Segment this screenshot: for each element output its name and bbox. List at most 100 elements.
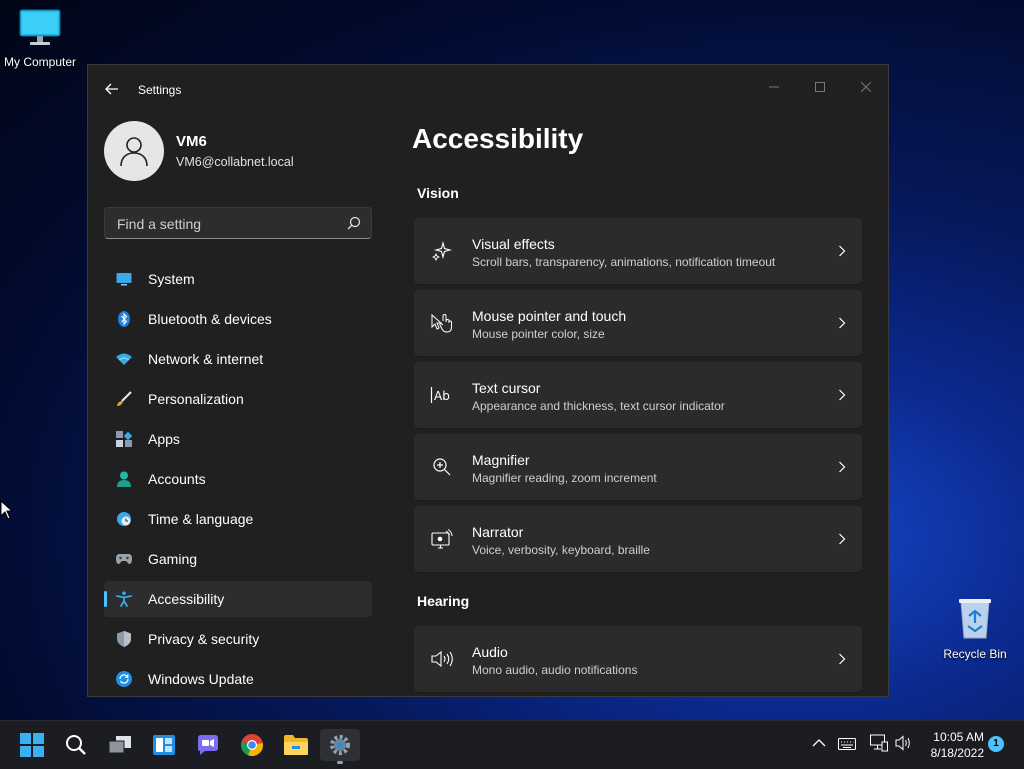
setting-card-audio[interactable]: Audio Mono audio, audio notifications (414, 626, 862, 693)
avatar[interactable] (104, 121, 164, 181)
sidebar-item-label: Apps (148, 431, 180, 447)
setting-card-subtitle: Appearance and thickness, text cursor in… (472, 399, 725, 413)
search-input[interactable] (115, 208, 339, 240)
sidebar-item-label: Network & internet (148, 351, 264, 367)
globe-clock-icon (116, 511, 132, 527)
mouse-cursor-icon (0, 499, 14, 520)
update-icon (116, 671, 132, 687)
keyboard-icon (838, 738, 856, 750)
settings-taskbar-button[interactable] (320, 729, 360, 764)
setting-card-magnifier[interactable]: Magnifier Magnifier reading, zoom increm… (414, 434, 862, 501)
search-box[interactable] (104, 207, 372, 240)
sidebar-item-windows-update[interactable]: Windows Update (104, 661, 372, 696)
sidebar-item-label: Personalization (148, 391, 244, 407)
back-button[interactable] (100, 77, 124, 101)
sidebar-item-system[interactable]: System (104, 261, 372, 297)
desktop-icon-recycle-bin[interactable]: Recycle Bin (935, 596, 1015, 661)
setting-card-subtitle: Mouse pointer color, size (472, 327, 605, 341)
maximize-button[interactable] (797, 71, 843, 103)
setting-card-subtitle: Magnifier reading, zoom increment (472, 471, 657, 485)
profile-name: VM6 (176, 133, 207, 150)
close-button[interactable] (843, 71, 888, 103)
sidebar-item-privacy-security[interactable]: Privacy & security (104, 621, 372, 657)
setting-card-title: Narrator (472, 524, 524, 540)
profile-email: VM6@collabnet.local (176, 155, 294, 169)
setting-card-subtitle: Scroll bars, transparency, animations, n… (472, 255, 776, 269)
taskbar: 10:05 AM 8/18/2022 (0, 720, 1024, 769)
accessibility-icon (116, 591, 132, 607)
widgets-button[interactable] (144, 729, 184, 761)
task-view-button[interactable] (100, 729, 140, 761)
sidebar-item-bluetooth-devices[interactable]: Bluetooth & devices (104, 301, 372, 337)
file-explorer-button[interactable] (276, 729, 316, 761)
taskbar-clock[interactable]: 10:05 AM 8/18/2022 (912, 729, 984, 761)
show-hidden-icons-button[interactable] (812, 735, 826, 753)
user-profile[interactable]: VM6 VM6@collabnet.local (104, 121, 384, 185)
svg-text:Ab: Ab (434, 389, 450, 403)
magnifier-icon (430, 455, 454, 479)
running-indicator (337, 761, 343, 764)
sidebar-item-accounts[interactable]: Accounts (104, 461, 372, 497)
sidebar-item-label: Accounts (148, 471, 206, 487)
setting-card-mouse-pointer[interactable]: Mouse pointer and touch Mouse pointer co… (414, 290, 862, 357)
recycle-bin-icon (935, 596, 1015, 643)
setting-card-subtitle: Voice, verbosity, keyboard, braille (472, 543, 650, 557)
taskbar-search-button[interactable] (56, 729, 96, 761)
search-icon[interactable] (347, 216, 361, 235)
notification-badge[interactable]: 1 (988, 736, 1004, 752)
setting-card-title: Mouse pointer and touch (472, 308, 627, 324)
setting-card-title: Audio (472, 644, 508, 660)
windows-logo-icon (20, 733, 44, 757)
sidebar-item-accessibility[interactable]: Accessibility (104, 581, 372, 617)
sidebar-item-gaming[interactable]: Gaming (104, 541, 372, 577)
chevron-right-icon (838, 460, 846, 478)
section-title-vision: Vision (417, 185, 459, 201)
setting-card-title: Visual effects (472, 236, 555, 252)
sidebar-item-label: Time & language (148, 511, 254, 527)
speaker-icon (895, 735, 910, 751)
arrow-left-icon (105, 83, 118, 95)
setting-card-visual-effects[interactable]: Visual effects Scroll bars, transparency… (414, 218, 862, 285)
sparkle-icon (430, 239, 454, 263)
setting-card-narrator[interactable]: Narrator Voice, verbosity, keyboard, bra… (414, 506, 862, 573)
gear-icon (330, 735, 350, 755)
monitor-icon (116, 271, 132, 287)
minimize-button[interactable] (751, 71, 797, 103)
clock-time: 10:05 AM (933, 730, 984, 744)
widgets-icon (153, 735, 175, 755)
speaker-icon (430, 647, 454, 671)
task-view-icon (108, 736, 131, 754)
sidebar-item-network[interactable]: Network & internet (104, 341, 372, 377)
sidebar-item-personalization[interactable]: Personalization (104, 381, 372, 417)
teams-chat-button[interactable] (188, 729, 228, 761)
folder-icon (284, 735, 308, 755)
page-title: Accessibility (412, 123, 584, 154)
desktop-icon-my-computer[interactable]: My Computer (0, 8, 80, 69)
maximize-icon (815, 82, 825, 92)
computer-icon (0, 8, 80, 51)
narrator-icon (430, 527, 454, 551)
sidebar-item-apps[interactable]: Apps (104, 421, 372, 457)
volume-tray-button[interactable] (895, 735, 913, 756)
sidebar-item-label: Accessibility (148, 591, 225, 607)
chevron-up-icon (812, 739, 826, 747)
title-bar[interactable]: Settings (88, 65, 888, 113)
pointer-touch-icon (430, 311, 454, 335)
setting-card-text-cursor[interactable]: Ab Text cursor Appearance and thickness,… (414, 362, 862, 429)
search-icon (66, 735, 86, 755)
network-tray-button[interactable] (870, 734, 888, 757)
chevron-right-icon (838, 652, 846, 670)
sidebar-nav: System Bluetooth & devices Network & int… (104, 261, 372, 696)
chevron-right-icon (838, 316, 846, 334)
sidebar-item-label: Bluetooth & devices (148, 311, 272, 327)
chrome-button[interactable] (232, 729, 272, 761)
text-cursor-icon: Ab (430, 383, 454, 407)
start-button[interactable] (12, 729, 52, 761)
network-icon (870, 734, 888, 752)
setting-card-title: Magnifier (472, 452, 530, 468)
person-icon (116, 471, 132, 487)
clock-date: 8/18/2022 (930, 746, 984, 760)
keyboard-tray-button[interactable] (838, 737, 856, 755)
desktop-icon-label: Recycle Bin (943, 647, 1007, 661)
sidebar-item-time-language[interactable]: Time & language (104, 501, 372, 537)
